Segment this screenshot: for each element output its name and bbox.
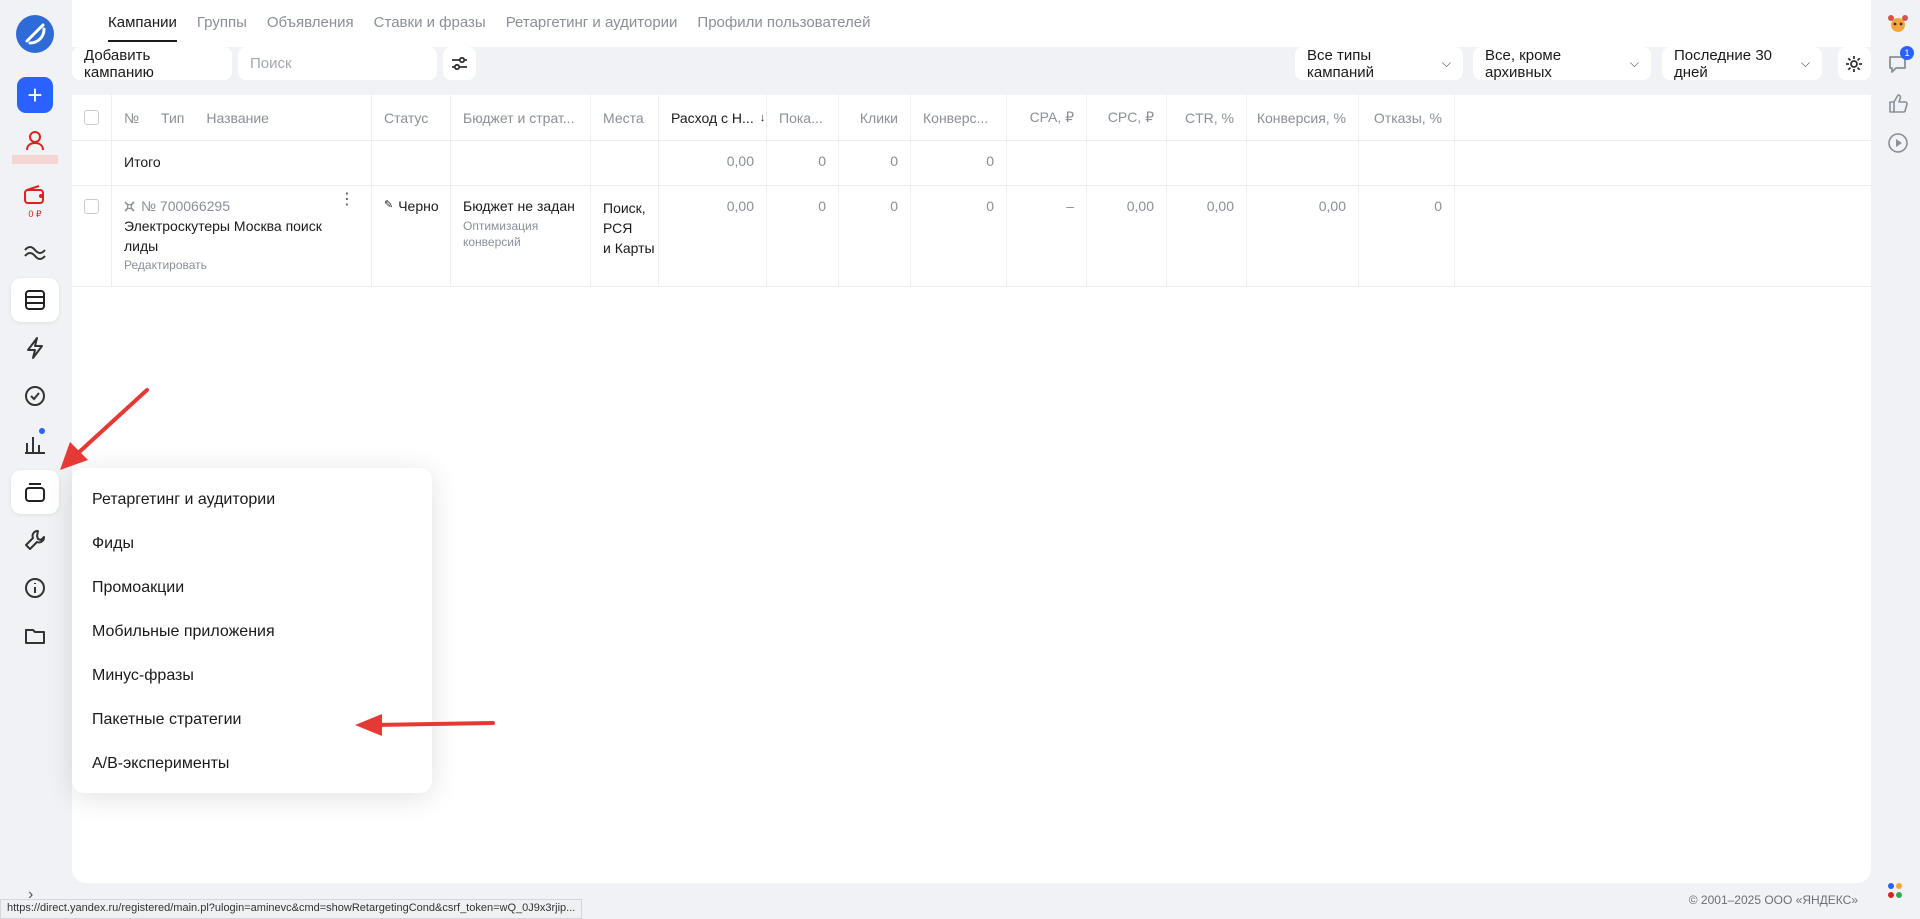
play-video-icon[interactable] (1887, 132, 1909, 158)
annotation-arrows (60, 388, 495, 736)
right-rail: 1 (1878, 0, 1920, 919)
services-grid-icon[interactable] (1887, 882, 1903, 910)
arrow-to-library-icon (60, 388, 149, 470)
status-bar-url: https://direct.yandex.ru/registered/main… (0, 899, 583, 919)
chat-badge: 1 (1900, 46, 1914, 60)
like-icon[interactable] (1887, 92, 1909, 118)
arrow-to-package-strategies (355, 714, 495, 736)
chat-icon[interactable]: 1 (1887, 46, 1914, 80)
copyright: © 2001–2025 ООО «ЯНДЕКС» (1688, 893, 1858, 907)
avatar[interactable] (1887, 14, 1909, 38)
